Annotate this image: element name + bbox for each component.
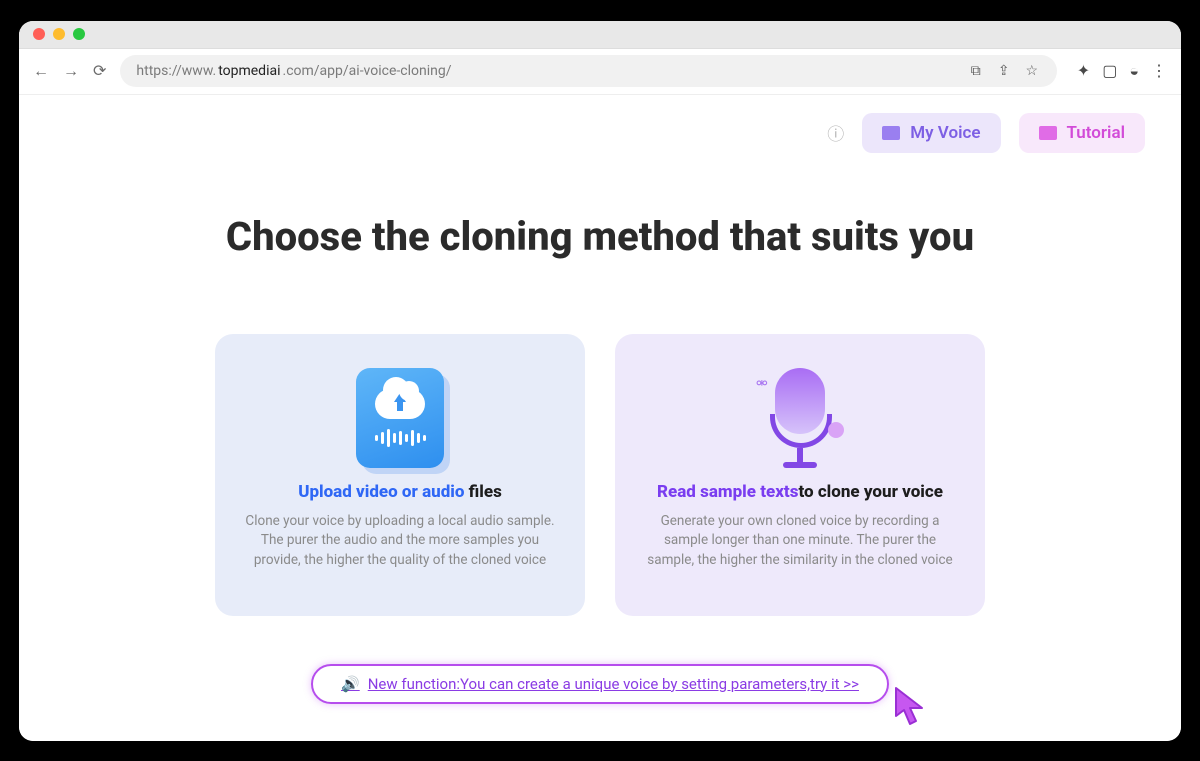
browser-window: ← → ⟳ https://www. topmediai .com/app/ai… <box>19 21 1181 741</box>
url-domain: topmediai <box>218 63 280 79</box>
microphone-icon: ⚮ <box>770 368 830 468</box>
nav-reload-icon[interactable]: ⟳ <box>93 61 106 81</box>
nav-icons: ← → ⟳ <box>33 61 106 81</box>
url-prefix: https://www. <box>136 63 216 79</box>
info-icon[interactable]: ⓘ <box>827 120 844 145</box>
banner-wrap: 🔊 New function:You can create a unique v… <box>49 664 1151 704</box>
tutorial-button[interactable]: Tutorial <box>1019 113 1145 153</box>
extensions-icon[interactable]: ✦ <box>1077 61 1090 81</box>
upload-card-title: Upload video or audio files <box>239 482 561 502</box>
url-suffix: .com/app/ai-voice-cloning/ <box>283 63 452 79</box>
waveform-icon <box>375 429 426 447</box>
upload-card[interactable]: Upload video or audio files Clone your v… <box>215 334 585 616</box>
method-cards: Upload video or audio files Clone your v… <box>49 334 1151 616</box>
upload-card-icon <box>239 362 561 474</box>
my-voice-label: My Voice <box>910 123 980 143</box>
speaker-icon: 🔊 <box>341 675 360 693</box>
window-close-dot[interactable] <box>33 28 45 40</box>
page-headline: Choose the cloning method that suits you <box>49 213 1151 260</box>
my-voice-button[interactable]: My Voice <box>862 113 1000 153</box>
window-minimize-dot[interactable] <box>53 28 65 40</box>
bookmark-icon[interactable]: ☆ <box>1023 63 1041 79</box>
nav-back-icon[interactable]: ← <box>33 61 49 81</box>
cloud-upload-icon <box>375 389 425 419</box>
book-icon <box>1039 126 1057 140</box>
new-function-banner[interactable]: 🔊 New function:You can create a unique v… <box>311 664 889 704</box>
window-maximize-dot[interactable] <box>73 28 85 40</box>
profile-icon[interactable]: ◒ <box>1129 61 1139 81</box>
upload-card-desc: Clone your voice by uploading a local au… <box>239 512 561 571</box>
nav-forward-icon[interactable]: → <box>63 61 79 81</box>
record-card-desc: Generate your own cloned voice by record… <box>639 512 961 571</box>
browser-toolbar: ← → ⟳ https://www. topmediai .com/app/ai… <box>19 49 1181 95</box>
record-card-icon: ⚮ <box>639 362 961 474</box>
record-card[interactable]: ⚮ Read sample textsto clone your voice G… <box>615 334 985 616</box>
upload-tile-icon <box>356 368 444 468</box>
banner-text: New function:You can create a unique voi… <box>368 675 859 693</box>
addressbar-right-icons: ⧉ ⇪ ☆ <box>967 63 1041 79</box>
address-bar[interactable]: https://www. topmediai .com/app/ai-voice… <box>120 55 1056 87</box>
share-icon[interactable]: ⇪ <box>995 63 1013 79</box>
tutorial-label: Tutorial <box>1067 123 1125 143</box>
cursor-pointer-icon <box>892 686 932 730</box>
titlebar <box>19 21 1181 49</box>
menu-dots-icon[interactable]: ⋮ <box>1151 61 1167 81</box>
folder-icon <box>882 126 900 140</box>
sidepanel-icon[interactable]: ▢ <box>1102 61 1117 81</box>
page-content: ⓘ My Voice Tutorial Choose the cloning m… <box>19 95 1181 741</box>
record-card-title: Read sample textsto clone your voice <box>639 482 961 502</box>
install-app-icon[interactable]: ⧉ <box>967 63 985 79</box>
top-buttons: ⓘ My Voice Tutorial <box>49 113 1151 153</box>
